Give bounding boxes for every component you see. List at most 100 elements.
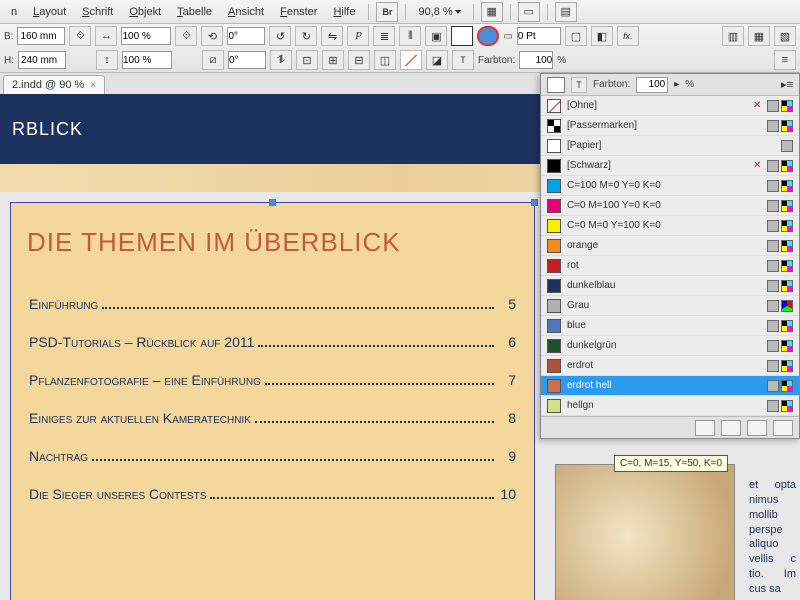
swatch-chip-registration-icon [547, 119, 561, 133]
arrange-icon[interactable]: ▤ [555, 2, 577, 22]
swatch-chip-icon [547, 219, 561, 233]
swatch-chip-icon [547, 159, 561, 173]
swatch-meta-icons [767, 360, 793, 372]
distribute-icon[interactable]: ⫴ [399, 26, 421, 46]
menu-item-ansicht[interactable]: Ansicht [221, 3, 271, 21]
menu-item-schrift[interactable]: Schrift [75, 3, 120, 21]
swatch-row[interactable]: blue [541, 316, 799, 336]
selection-handle[interactable] [531, 199, 538, 206]
swatch-meta-icons [767, 180, 793, 192]
swatch-tooltip: C=0, M=15, Y=50, K=0 [614, 455, 728, 472]
swatch-chip-icon [547, 319, 561, 333]
link-wh-icon[interactable]: ⟐ [69, 26, 91, 46]
lock-icon [753, 100, 765, 112]
fill-swatch-icon[interactable] [451, 26, 473, 46]
toggle-fill-stroke-icon[interactable]: ◪ [426, 50, 448, 70]
swatches-tint-arrow[interactable]: ▸ [674, 79, 679, 90]
show-list-icon[interactable] [695, 420, 715, 436]
article-body-text: et opta nimus mollib perspe aliquo velli… [745, 474, 800, 600]
scale-x-input[interactable] [121, 27, 171, 45]
swatch-row[interactable]: [Ohne] [541, 96, 799, 116]
bridge-icon[interactable]: Br [376, 2, 398, 22]
swatch-row[interactable]: C=100 M=0 Y=0 K=0 [541, 176, 799, 196]
stroke-weight-input[interactable] [517, 27, 561, 45]
corner-icon[interactable]: ▢ [565, 26, 587, 46]
selection-handle[interactable] [269, 199, 276, 206]
textwrap1-icon[interactable]: ▥ [722, 26, 744, 46]
swatch-row[interactable]: orange [541, 236, 799, 256]
menu-item[interactable]: n [4, 3, 24, 21]
delete-swatch-icon[interactable] [773, 420, 793, 436]
swatch-meta-icons [767, 340, 793, 352]
swatch-row[interactable]: Grau [541, 296, 799, 316]
document-tab[interactable]: 2.indd @ 90 % × [3, 75, 105, 94]
width-input[interactable] [17, 27, 65, 45]
fill-stroke-proxy-icon[interactable] [547, 77, 565, 93]
swatch-meta-icons [767, 220, 793, 232]
close-icon[interactable]: × [90, 80, 96, 91]
swatch-chip-icon [547, 279, 561, 293]
swatch-row[interactable]: dunkelgrün [541, 336, 799, 356]
swatch-name: erdrot hell [567, 380, 761, 391]
panel-menu-icon[interactable]: ≡ [774, 50, 796, 70]
menu-item-hilfe[interactable]: Hilfe [326, 3, 362, 21]
show-small-icon[interactable] [721, 420, 741, 436]
menu-item-layout[interactable]: Layout [26, 3, 73, 21]
misc4-icon[interactable]: ◫ [374, 50, 396, 70]
textwrap3-icon[interactable]: ▧ [774, 26, 796, 46]
textwrap2-icon[interactable]: ▦ [748, 26, 770, 46]
menu-item-tabelle[interactable]: Tabelle [170, 3, 219, 21]
shear-icon: ⧄ [202, 50, 224, 70]
align-icon[interactable]: ≣ [373, 26, 395, 46]
zoom-level[interactable]: 90,8 % [412, 4, 466, 20]
swatches-tint-input[interactable] [636, 77, 668, 93]
height-input[interactable] [18, 51, 66, 69]
formatting-container-icon[interactable]: T [452, 50, 474, 70]
misc1-icon[interactable]: ⊡ [296, 50, 318, 70]
fill-color-button[interactable] [477, 26, 499, 46]
fx-icon[interactable]: fx. [617, 26, 639, 46]
cmyk-icon [781, 380, 793, 392]
screen-mode-icon[interactable]: ▭ [518, 2, 540, 22]
stroke-swatch-icon[interactable] [400, 50, 422, 70]
document-tab-label: 2.indd @ 90 % [12, 79, 84, 91]
selected-text-frame[interactable]: DIE THEMEN IM ÜBERBLICK Einführung5PSD-T… [10, 202, 535, 600]
shear-input[interactable] [228, 51, 266, 69]
text-fill-icon[interactable]: T [571, 77, 587, 93]
swatch-row[interactable]: [Papier] [541, 136, 799, 156]
global-icon [767, 260, 779, 272]
rotate-input[interactable] [227, 27, 265, 45]
swatch-row[interactable]: erdrot [541, 356, 799, 376]
menu-item-objekt[interactable]: Objekt [122, 3, 168, 21]
swatch-row[interactable]: hellgn [541, 396, 799, 416]
swatch-meta-icons [767, 320, 793, 332]
toc-heading: DIE THEMEN IM ÜBERBLICK [11, 203, 534, 268]
rotate-ccw-icon[interactable]: ↺ [269, 26, 291, 46]
rotate-cw-icon[interactable]: ↻ [295, 26, 317, 46]
menu-item-fenster[interactable]: Fenster [273, 3, 324, 21]
tint-input[interactable] [519, 51, 553, 69]
swatch-row[interactable]: erdrot hell [541, 376, 799, 396]
char-panel-icon[interactable]: P [347, 26, 369, 46]
swatch-row[interactable]: [Schwarz] [541, 156, 799, 176]
swatch-row[interactable]: dunkelblau [541, 276, 799, 296]
scale-y-input[interactable] [122, 51, 172, 69]
cmyk-icon [781, 400, 793, 412]
swatch-name: Grau [567, 300, 761, 311]
swatch-row[interactable]: rot [541, 256, 799, 276]
effects-icon[interactable]: ◧ [591, 26, 613, 46]
swatch-row[interactable]: [Passermarken] [541, 116, 799, 136]
misc2-icon[interactable]: ⊞ [322, 50, 344, 70]
wrap-icon[interactable]: ▣ [425, 26, 447, 46]
misc3-icon[interactable]: ⊟ [348, 50, 370, 70]
link-scale-icon[interactable]: ⟐ [175, 26, 197, 46]
new-swatch-icon[interactable] [747, 420, 767, 436]
control-bar: B: ⟐ ↔ ⟐ ⟲ ↺ ↻ ⇋ P ≣ ⫴ ▣ ▭ ▢ ◧ fx. ▥ ▦ ▧… [0, 24, 800, 73]
swatch-row[interactable]: C=0 M=100 Y=0 K=0 [541, 196, 799, 216]
panel-flyout-icon[interactable]: ▸≡ [781, 78, 793, 91]
global-icon [767, 380, 779, 392]
view-mode-icon[interactable]: ▦ [481, 2, 503, 22]
flip-h-icon[interactable]: ⇋ [321, 26, 343, 46]
swatch-row[interactable]: C=0 M=0 Y=100 K=0 [541, 216, 799, 236]
flip-v-icon[interactable]: ⥮ [270, 50, 292, 70]
